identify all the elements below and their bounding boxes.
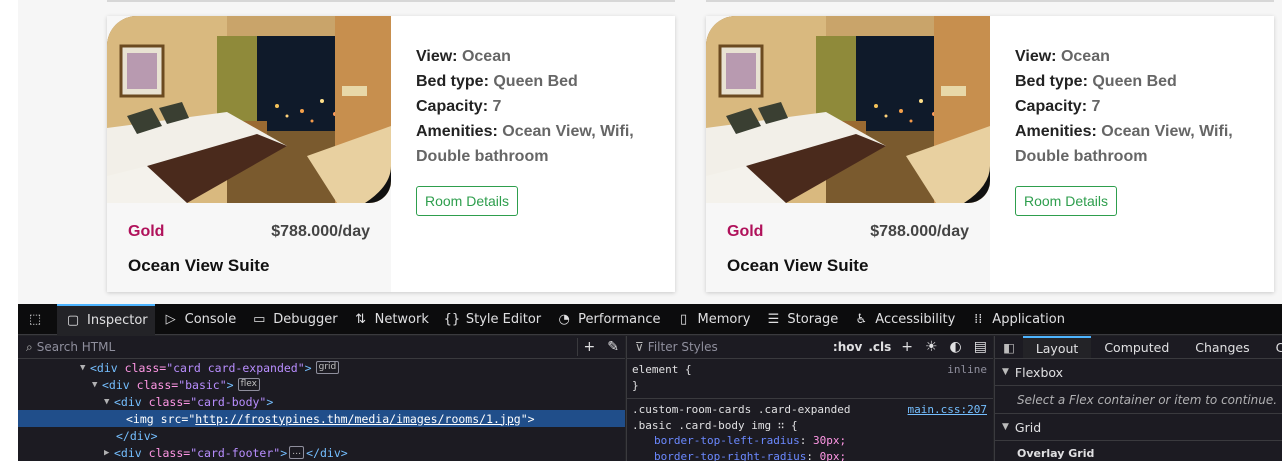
search-html-input[interactable]: Search HTML (37, 340, 115, 354)
room-price: $788.000/day (870, 223, 969, 240)
tab-style-editor[interactable]: {} Style Editor (436, 304, 548, 335)
tab-debugger[interactable]: ▭ Debugger (243, 304, 344, 335)
bed-label: Bed type: (416, 73, 489, 90)
devtools-panel: ⬚ ▢ Inspector ▷ Console ▭ Debugger ⇅ Network… (18, 303, 1282, 461)
room-price: $788.000/day (271, 223, 370, 240)
cls-button[interactable]: .cls (868, 340, 891, 354)
flexbox-message: Select a Flex container or item to conti… (995, 386, 1282, 414)
eyedropper-icon[interactable]: ✎ (607, 339, 619, 355)
amenities-label: Amenities: (1015, 123, 1097, 140)
storage-icon: ☰ (767, 311, 780, 327)
view-value: Ocean (461, 48, 511, 65)
bed-label: Bed type: (1015, 73, 1088, 90)
tab-compatibility[interactable]: Comp (1263, 336, 1282, 358)
card-basic: Gold $788.000/day Ocean View Suite (107, 16, 391, 292)
flex-badge[interactable]: flex (237, 378, 260, 391)
tab-console[interactable]: ▷ Console (155, 304, 244, 335)
markup-node[interactable]: ▼ <div class= "basic" > flex (18, 376, 625, 393)
room-photo (107, 16, 391, 203)
tab-accessibility[interactable]: ♿ Accessibility (845, 304, 962, 335)
room-name: Ocean View Suite (128, 256, 270, 275)
room-info: View: Ocean Bed type: Queen Bed Capacity… (990, 16, 1274, 292)
tab-changes[interactable]: Changes (1182, 336, 1262, 358)
room-card: Gold $788.000/day Ocean View Suite View:… (107, 16, 675, 292)
tab-computed[interactable]: Computed (1091, 336, 1182, 358)
tab-storage[interactable]: ☰ Storage (757, 304, 845, 335)
amenities-label: Amenities: (416, 123, 498, 140)
print-media-icon[interactable]: ▤ (974, 339, 987, 355)
search-icon: ⌕ (26, 339, 33, 354)
debugger-icon: ▭ (253, 311, 266, 327)
rules-pane: ⊽ Filter Styles :hov .cls + ☀ ◐ ▤ elemen… (626, 336, 993, 461)
rule-selector: .custom-room-cards .card-expanded main.cs… (632, 403, 987, 416)
sidebar-toggle-icon[interactable]: ◧ (995, 336, 1023, 358)
previous-card-edge (107, 0, 675, 2)
element-picker-icon[interactable]: ⬚ (18, 304, 57, 335)
performance-icon: ◔ (558, 311, 570, 327)
add-node-button[interactable]: + (584, 339, 596, 355)
markup-node[interactable]: ▼ <div class= "card-body" > (18, 393, 625, 410)
card-footer: Gold $788.000/day Ocean View Suite (107, 203, 391, 292)
tab-memory[interactable]: ▯ Memory (668, 304, 758, 335)
capacity-label: Capacity: (416, 98, 489, 115)
tab-application[interactable]: ⁞⁞ Application (962, 304, 1072, 335)
view-value: Ocean (1060, 48, 1110, 65)
overlay-grid-label: Overlay Grid (1017, 447, 1095, 460)
grid-badge[interactable]: grid (315, 361, 340, 374)
tab-network[interactable]: ⇅ Network (345, 304, 436, 335)
console-icon: ▷ (165, 311, 176, 327)
room-name: Ocean View Suite (727, 256, 869, 275)
tab-performance[interactable]: ◔ Performance (548, 304, 667, 335)
css-property[interactable]: border-top-right-radius: 0px; (627, 450, 993, 461)
bed-value: Queen Bed (493, 73, 578, 90)
room-info: View: Ocean Bed type: Queen Bed Capacity… (391, 16, 675, 292)
layout-pane: ◧ Layout Computed Changes Comp ▼Flexbox … (994, 336, 1282, 461)
filter-icon: ⊽ (635, 340, 644, 354)
tab-inspector[interactable]: ▢ Inspector (57, 303, 155, 335)
markup-node[interactable]: ▼ <div class= "card card-expanded" > grid (18, 359, 625, 376)
room-tier: Gold (727, 223, 764, 240)
css-property[interactable]: border-top-left-radius: 30px; (627, 434, 993, 450)
room-details-button[interactable]: Room Details (1015, 186, 1118, 216)
flexbox-section-header[interactable]: ▼ Flexbox (995, 359, 1282, 386)
dark-mode-icon[interactable]: ◐ (950, 339, 962, 355)
left-gutter (0, 0, 18, 461)
application-icon: ⁞⁞ (974, 311, 983, 327)
capacity-value: 7 (492, 98, 502, 115)
room-tier: Gold (128, 223, 165, 240)
capacity-value: 7 (1091, 98, 1101, 115)
capacity-label: Capacity: (1015, 98, 1088, 115)
hov-button[interactable]: :hov (833, 340, 862, 354)
markup-node[interactable]: </div> (18, 427, 625, 444)
view-label: View: (416, 48, 458, 65)
memory-icon: ▯ (679, 311, 688, 327)
add-rule-button[interactable]: + (901, 339, 913, 355)
grid-section-header[interactable]: ▼ Grid (995, 414, 1282, 441)
markup-node[interactable]: ▶ <div class= "card-footer" >… </div> (18, 444, 625, 461)
accessibility-icon: ♿ (855, 311, 868, 327)
stylesheet-link[interactable]: main.css:207 (908, 403, 987, 416)
style-editor-icon: {} (443, 311, 461, 327)
bed-value: Queen Bed (1092, 73, 1177, 90)
collapsed-badge[interactable]: … (289, 446, 305, 459)
card-basic: Gold $788.000/day Ocean View Suite (706, 16, 990, 292)
room-details-button[interactable]: Room Details (416, 186, 519, 216)
room-photo (706, 16, 990, 203)
card-footer: Gold $788.000/day Ocean View Suite (706, 203, 990, 292)
network-icon: ⇅ (355, 311, 367, 327)
light-mode-icon[interactable]: ☀ (925, 339, 938, 355)
devtools-tab-bar: ⬚ ▢ Inspector ▷ Console ▭ Debugger ⇅ Network… (18, 303, 1282, 335)
previous-card-edge (706, 0, 1274, 2)
filter-styles-input[interactable]: Filter Styles (648, 340, 718, 354)
inspector-icon: ▢ (66, 312, 80, 328)
page-content: Gold $788.000/day Ocean View Suite View:… (0, 0, 1282, 304)
markup-node-selected[interactable]: <img src= " http://frostypines.thm/media/i… (18, 410, 625, 427)
tab-layout[interactable]: Layout (1022, 336, 1092, 358)
room-card: Gold $788.000/day Ocean View Suite View:… (706, 16, 1274, 292)
markup-pane: ⌕ Search HTML + ✎ ▼ <div class= "card card… (18, 336, 625, 461)
image-src-link[interactable]: http://frostypines.thm/media/images/room… (195, 412, 520, 426)
element-rule: element {inline (632, 363, 987, 376)
view-label: View: (1015, 48, 1057, 65)
